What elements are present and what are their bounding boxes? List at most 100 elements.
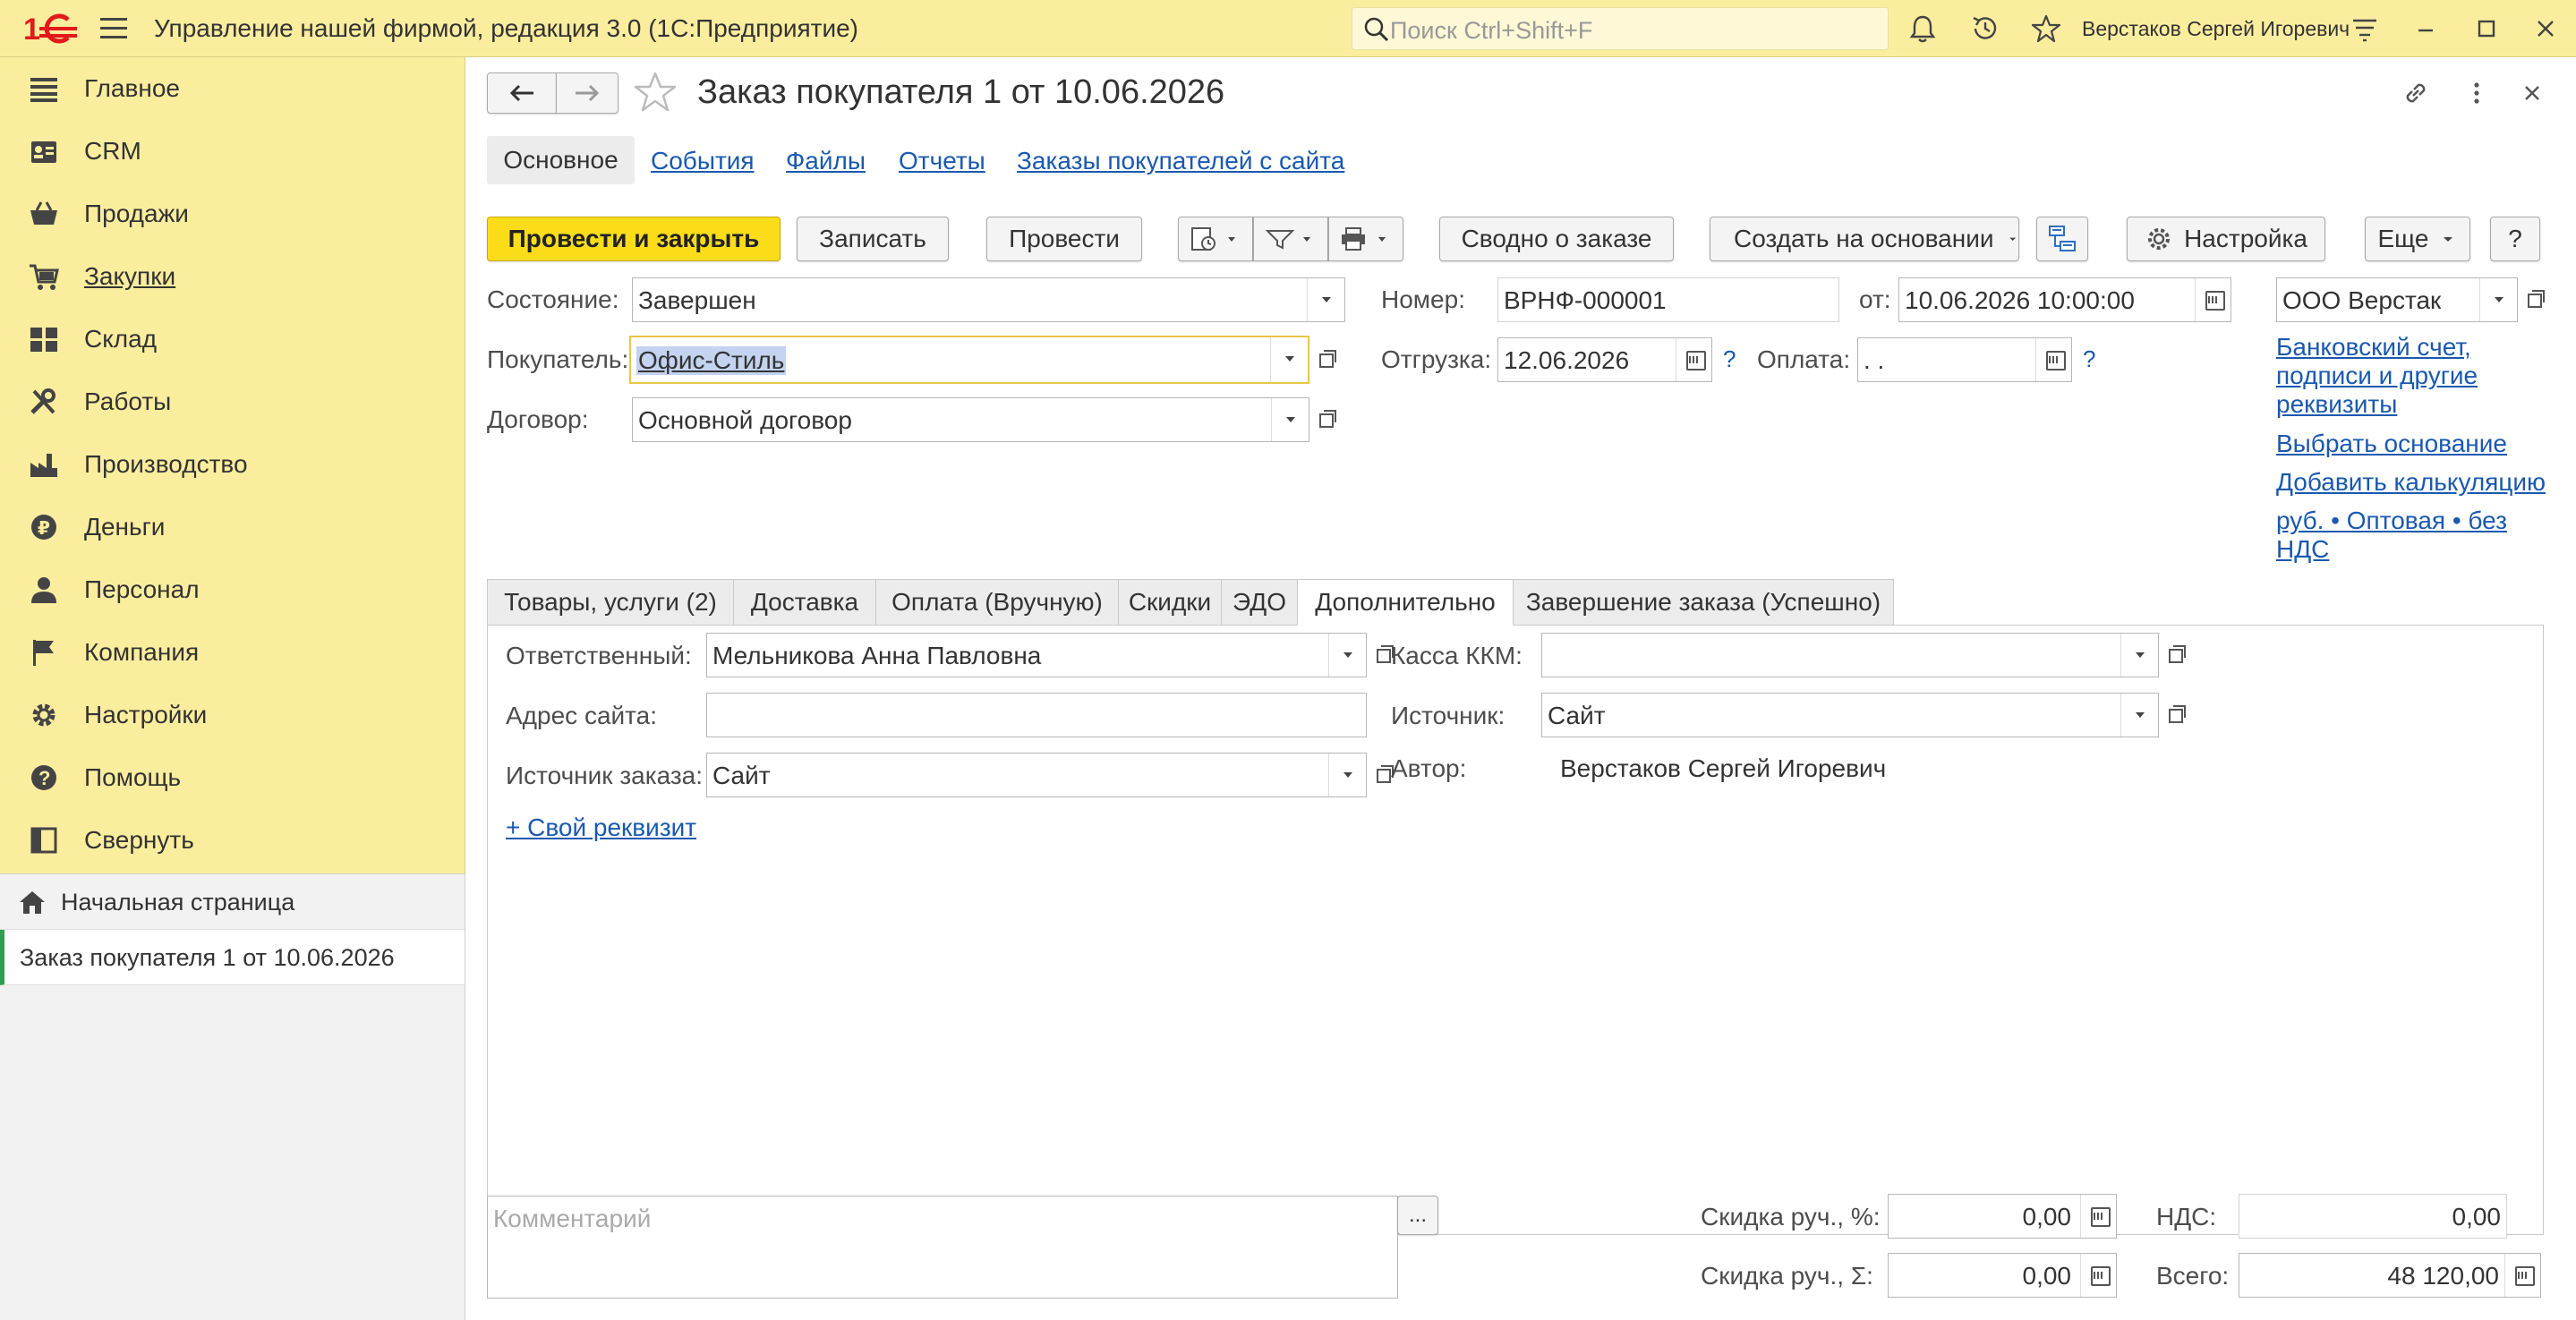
current-user[interactable]: Верстаков Сергей Игоревич (2082, 17, 2350, 41)
open-kkm-icon[interactable] (2158, 633, 2194, 677)
add-custom-attribute-link[interactable]: + Свой реквизит (506, 813, 696, 842)
post-and-close-button[interactable]: Провести и закрыть (487, 217, 780, 261)
nav-tab-events[interactable]: События (651, 147, 755, 175)
order-source-field[interactable]: Сайт (706, 753, 1367, 797)
dropdown-arrow-icon[interactable] (2120, 634, 2158, 677)
dropdown-arrow-icon[interactable] (2120, 694, 2158, 737)
tab-order-completion[interactable]: Завершение заказа (Успешно) (1513, 579, 1894, 626)
tab-edo[interactable]: ЭДО (1221, 579, 1298, 626)
sidebar-item-main[interactable]: Главное (0, 57, 465, 120)
sidebar-item-warehouse[interactable]: Склад (0, 308, 465, 370)
order-summary-button[interactable]: Сводно о заказе (1439, 217, 1674, 261)
favorite-star-icon[interactable] (633, 70, 678, 115)
attachments-button[interactable] (1178, 217, 1253, 261)
calculator-icon[interactable] (2080, 1195, 2116, 1238)
save-button[interactable]: Записать (797, 217, 949, 261)
dropdown-arrow-icon[interactable] (1271, 398, 1309, 441)
open-document-item[interactable]: Заказ покупателя 1 от 10.06.2026 (0, 930, 465, 985)
search-input[interactable]: Поиск Ctrl+Shift+F (1352, 7, 1889, 50)
link-icon[interactable] (2400, 77, 2432, 109)
open-customer-icon[interactable] (1309, 337, 1344, 382)
open-contract-icon[interactable] (1309, 397, 1344, 442)
calendar-icon[interactable] (2195, 278, 2231, 321)
settings-button[interactable]: Настройка (2127, 217, 2325, 261)
create-based-on-button[interactable]: Создать на основании (1710, 217, 2019, 261)
select-basis-link[interactable]: Выбрать основание (2276, 430, 2507, 458)
close-form-icon[interactable] (2516, 77, 2548, 109)
history-icon[interactable] (1969, 13, 2001, 45)
sidebar-item-collapse[interactable]: Свернуть (0, 809, 465, 872)
filter-button[interactable] (1253, 217, 1328, 261)
settings-menu-icon[interactable] (2349, 13, 2381, 45)
responsible-field[interactable]: Мельникова Анна Павловна (706, 633, 1367, 677)
calculator-icon[interactable] (2504, 1254, 2540, 1297)
payment-date-field[interactable]: . . (1857, 337, 2072, 382)
bell-icon[interactable] (1906, 13, 1939, 45)
sidebar-item-sales[interactable]: Продажи (0, 183, 465, 245)
price-settings-link[interactable]: руб. • Оптовая • без НДС (2276, 507, 2536, 564)
home-page-item[interactable]: Начальная страница (0, 874, 465, 930)
main-menu-icon[interactable] (100, 18, 127, 39)
organization-field[interactable]: ООО Верстак (2276, 277, 2518, 322)
back-button[interactable] (487, 72, 557, 114)
sidebar-item-crm[interactable]: CRM (0, 120, 465, 183)
calendar-icon[interactable] (1676, 338, 1711, 381)
calendar-icon[interactable] (2035, 338, 2071, 381)
maximize-icon[interactable] (2470, 13, 2503, 45)
payment-help-icon[interactable]: ? (2083, 345, 2095, 373)
comment-textarea[interactable]: Комментарий (487, 1196, 1398, 1299)
post-button[interactable]: Провести (986, 217, 1142, 261)
comment-edit-button[interactable]: ... (1397, 1196, 1438, 1235)
state-select[interactable]: Завершен (632, 277, 1345, 322)
sidebar-item-purchases[interactable]: Закупки (0, 245, 465, 308)
tab-goods-services[interactable]: Товары, услуги (2) (487, 579, 734, 626)
dropdown-arrow-icon[interactable] (1307, 278, 1344, 321)
tab-delivery[interactable]: Доставка (733, 579, 876, 626)
source-field[interactable]: Сайт (1541, 693, 2159, 737)
favorites-star-icon[interactable] (2030, 13, 2062, 45)
shipment-help-icon[interactable]: ? (1723, 345, 1736, 373)
dropdown-arrow-icon[interactable] (1270, 337, 1308, 382)
more-actions-icon[interactable] (2461, 77, 2493, 109)
nav-tab-main[interactable]: Основное (487, 136, 635, 184)
open-organization-icon[interactable] (2517, 277, 2553, 322)
tab-payment[interactable]: Оплата (Вручную) (875, 579, 1119, 626)
tab-additional[interactable]: Дополнительно (1297, 579, 1514, 626)
sidebar-item-help[interactable]: ? Помощь (0, 746, 465, 809)
print-button[interactable] (1328, 217, 1403, 261)
dropdown-arrow-icon[interactable] (1328, 634, 1366, 677)
customer-field[interactable]: Офис-Стиль (629, 336, 1309, 384)
sidebar-item-works[interactable]: Работы (0, 370, 465, 433)
sidebar-item-money[interactable]: ₽ Деньги (0, 496, 465, 558)
tab-discounts[interactable]: Скидки (1118, 579, 1222, 626)
number-value: ВРНФ-000001 (1504, 286, 1667, 314)
dropdown-arrow-icon[interactable] (2479, 278, 2517, 321)
nav-tab-site-orders[interactable]: Заказы покупателей с сайта (1017, 147, 1344, 175)
help-button[interactable]: ? (2490, 217, 2540, 261)
close-window-icon[interactable] (2529, 13, 2562, 45)
bank-account-link[interactable]: Банковский счет, подписи и другие реквиз… (2276, 333, 2536, 419)
sidebar-item-settings[interactable]: Настройки (0, 684, 465, 746)
shipment-date-field[interactable]: 12.06.2026 (1497, 337, 1712, 382)
site-address-input[interactable] (706, 693, 1367, 737)
open-source-icon[interactable] (2158, 693, 2194, 737)
discount-sum-field[interactable]: 0,00 (1888, 1253, 2117, 1298)
sidebar-item-production[interactable]: Производство (0, 433, 465, 496)
sidebar-item-company[interactable]: Компания (0, 621, 465, 684)
number-field[interactable]: ВРНФ-000001 (1497, 277, 1839, 322)
calculator-icon[interactable] (2080, 1254, 2116, 1297)
kkm-field[interactable] (1541, 633, 2159, 677)
dropdown-arrow-icon[interactable] (1328, 754, 1366, 796)
structure-button[interactable] (2036, 217, 2088, 261)
more-button[interactable]: Еще (2365, 217, 2470, 261)
minimize-icon[interactable] (2410, 13, 2442, 45)
nav-tab-reports[interactable]: Отчеты (899, 147, 985, 175)
forward-button[interactable] (556, 72, 618, 114)
total-field[interactable]: 48 120,00 (2239, 1253, 2541, 1298)
contract-field[interactable]: Основной договор (632, 397, 1309, 442)
nav-tab-files[interactable]: Файлы (786, 147, 866, 175)
discount-percent-field[interactable]: 0,00 (1888, 1194, 2117, 1239)
date-field[interactable]: 10.06.2026 10:00:00 (1898, 277, 2231, 322)
add-calculation-link[interactable]: Добавить калькуляцию (2276, 468, 2546, 497)
sidebar-item-personnel[interactable]: Персонал (0, 558, 465, 621)
